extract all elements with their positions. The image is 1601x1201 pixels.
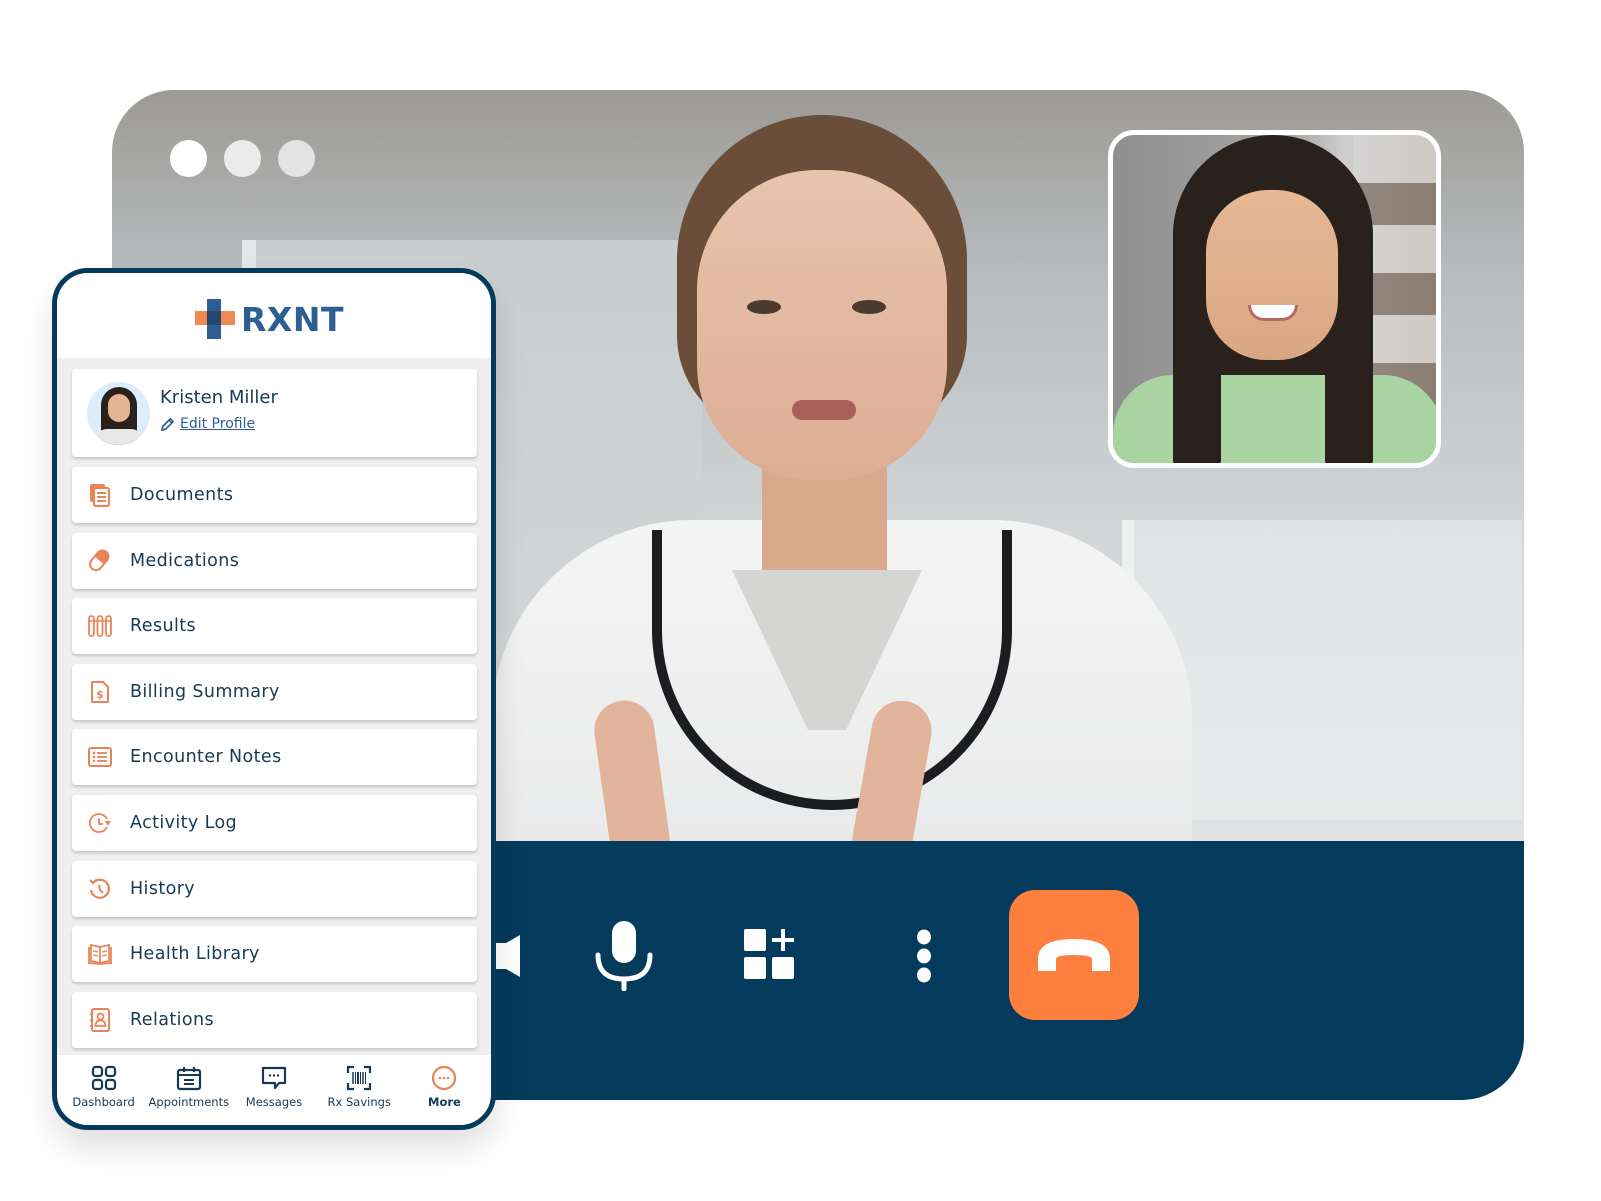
menu-item-encounter-notes[interactable]: Encounter Notes xyxy=(72,729,477,786)
add-apps-button[interactable] xyxy=(742,927,802,987)
nav-label: Messages xyxy=(245,1095,303,1109)
patient-portal-phone: RXNT Kristen Miller Edit Profile Documen… xyxy=(52,268,496,1130)
svg-text:$: $ xyxy=(96,688,104,701)
list-icon xyxy=(88,747,112,768)
menu-item-label: Activity Log xyxy=(130,812,238,833)
more-options-button[interactable] xyxy=(912,929,936,985)
nav-more[interactable]: More xyxy=(402,1055,487,1125)
grid-icon xyxy=(91,1065,116,1091)
end-call-button[interactable] xyxy=(1009,890,1139,1020)
calendar-icon xyxy=(176,1067,201,1091)
nav-rx-savings[interactable]: Rx Savings xyxy=(317,1055,402,1125)
window-close-dot[interactable] xyxy=(170,140,207,177)
app-header: RXNT xyxy=(57,273,491,358)
more-vertical-icon xyxy=(917,929,931,983)
profile-name: Kristen Miller xyxy=(160,387,278,408)
documents-icon xyxy=(90,484,111,507)
profile-card[interactable]: Kristen Miller Edit Profile xyxy=(72,369,477,457)
doctor-video-feed xyxy=(492,100,1192,940)
hang-up-icon xyxy=(1038,939,1110,971)
menu-list: Documents Medications Results $ Billing … xyxy=(72,467,477,1057)
microphone-button[interactable] xyxy=(592,921,656,991)
menu-item-health-library[interactable]: Health Library xyxy=(72,926,477,983)
menu-item-results[interactable]: Results xyxy=(72,598,477,655)
test-tubes-icon xyxy=(88,615,112,638)
pencil-icon xyxy=(161,417,174,431)
nav-messages[interactable]: Messages xyxy=(231,1055,316,1125)
barcode-icon xyxy=(347,1065,372,1091)
edit-profile-link[interactable]: Edit Profile xyxy=(160,416,255,432)
menu-item-billing-summary[interactable]: $ Billing Summary xyxy=(72,663,477,720)
menu-item-label: Encounter Notes xyxy=(130,747,282,768)
nav-label: More xyxy=(428,1095,461,1109)
nav-label: Appointments xyxy=(148,1095,230,1109)
menu-item-relations[interactable]: Relations xyxy=(72,991,477,1048)
menu-item-label: Health Library xyxy=(130,944,260,965)
nav-label: Rx Savings xyxy=(327,1095,391,1109)
cross-logo-icon xyxy=(195,299,235,339)
menu-item-label: Relations xyxy=(130,1009,214,1030)
nav-dashboard[interactable]: Dashboard xyxy=(61,1055,146,1125)
avatar xyxy=(87,382,150,445)
window-maximize-dot[interactable] xyxy=(278,140,315,177)
history-icon xyxy=(89,878,111,899)
activity-clock-icon xyxy=(89,813,111,833)
chat-icon xyxy=(261,1066,287,1090)
add-apps-icon xyxy=(744,929,794,979)
rxnt-logo: RXNT xyxy=(195,299,344,339)
nav-label: Dashboard xyxy=(72,1095,135,1109)
microphone-icon xyxy=(595,921,653,991)
menu-item-label: Billing Summary xyxy=(130,681,280,702)
more-circle-icon xyxy=(432,1065,457,1091)
nav-appointments[interactable]: Appointments xyxy=(146,1055,231,1125)
window-controls xyxy=(170,140,315,177)
pill-icon xyxy=(89,549,110,571)
brand-name: RXNT xyxy=(241,299,344,339)
menu-item-history[interactable]: History xyxy=(72,860,477,917)
billing-icon: $ xyxy=(91,680,109,703)
patient-video-pip[interactable] xyxy=(1108,130,1441,468)
window-minimize-dot[interactable] xyxy=(224,140,261,177)
bottom-navigation: Dashboard Appointments Messages Rx Savin… xyxy=(57,1055,491,1125)
menu-item-documents[interactable]: Documents xyxy=(72,467,477,523)
menu-item-medications[interactable]: Medications xyxy=(72,532,477,589)
contacts-icon xyxy=(90,1007,110,1032)
menu-item-label: Documents xyxy=(130,485,234,505)
speaker-icon xyxy=(496,935,520,977)
menu-item-label: Medications xyxy=(130,550,240,571)
edit-profile-label: Edit Profile xyxy=(180,416,256,432)
speaker-button[interactable] xyxy=(492,931,522,981)
menu-item-label: History xyxy=(130,878,196,899)
menu-item-activity-log[interactable]: Activity Log xyxy=(72,794,477,851)
menu-item-label: Results xyxy=(130,616,196,637)
book-icon xyxy=(88,944,112,966)
